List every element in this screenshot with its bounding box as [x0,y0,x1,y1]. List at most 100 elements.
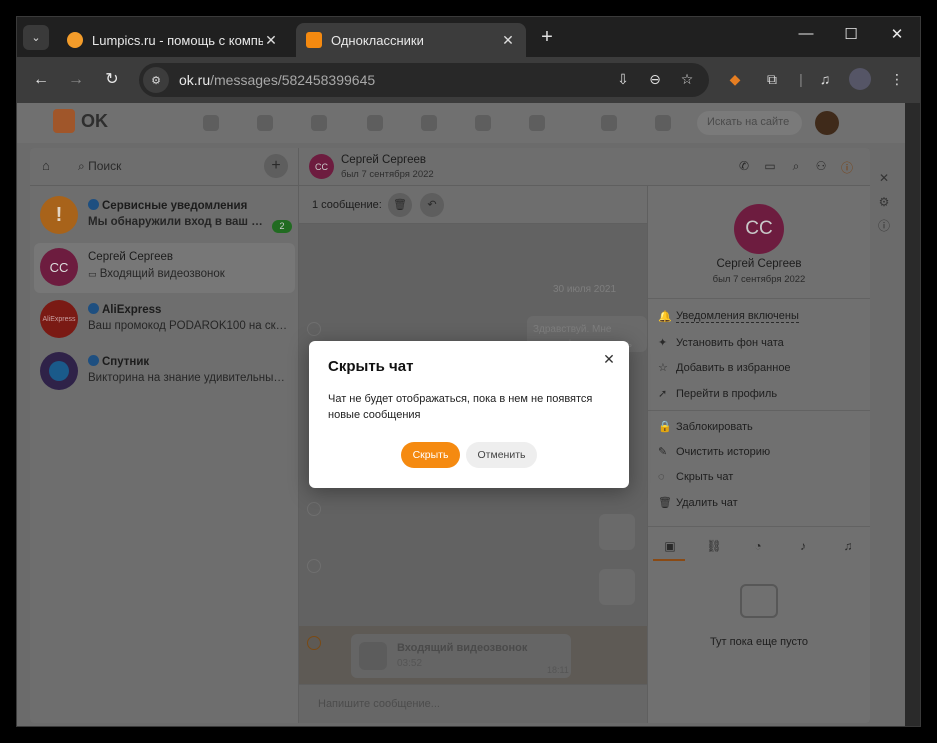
dialog-title: Скрыть чат [328,358,414,375]
minimize-button[interactable]: — [794,25,818,42]
messages-icon[interactable] [203,115,219,131]
toolbar-divider: | [799,71,803,87]
chat-name: AliExpress [88,303,161,316]
notifications-icon[interactable] [311,115,327,131]
message-select-checkbox[interactable] [307,502,321,516]
tab-close-icon[interactable]: ✕ [500,32,516,49]
tab-lumpics[interactable]: Lumpics.ru - помощь с компьютером ✕ [57,23,289,57]
selection-bar: 1 сообщение: 🗑 ↶ [299,186,647,224]
chat-name: Сергей Сергеев [88,251,173,263]
confirm-hide-button[interactable]: Скрыть [401,442,460,468]
bookmark-star-icon[interactable]: ☆ [678,71,696,88]
delete-chat-button[interactable]: 🗑 Удалить чат [658,496,738,510]
set-background-button[interactable]: ✦ Установить фон чата [658,336,784,350]
info-icon[interactable]: ⓘ [839,159,855,176]
back-button[interactable]: ← [30,69,52,91]
tab-odnoklassniki[interactable]: Одноклассники ✕ [296,23,526,57]
ok-logo-text: OK [81,111,108,131]
notifications-toggle[interactable]: 🔔 Уведомления включены [658,310,799,323]
dialog-message: Чат не будет отображаться, пока в нем не… [328,393,593,421]
sidebar-header: ⌂ ⌕ Поиск + [30,148,298,186]
chat-item-aliexpress[interactable]: AliExpress AliExpress Ваш промокод PODAR… [34,295,295,345]
music-icon[interactable] [529,115,545,131]
unread-badge: 2 [272,220,292,233]
profile-avatar[interactable] [849,68,871,90]
message-selected-checkbox[interactable] [307,636,321,650]
zoom-icon[interactable]: ⊖ [646,71,664,88]
calendar-icon[interactable] [601,115,617,131]
apps-grid-icon[interactable] [655,115,671,131]
selected-message-row[interactable]: Входящий видеозвонок 03:52 18:11 [299,626,647,684]
item-label: Добавить в избранное [676,361,791,374]
cancel-button[interactable]: Отменить [466,442,537,468]
chevron-down-icon: ⌄ [31,32,41,44]
chat-item-service[interactable]: ! Сервисные уведомления Мы обнаружили вх… [34,191,295,241]
discussions-icon[interactable] [257,115,273,131]
dialog-close-icon[interactable]: ✕ [601,351,617,367]
likes-icon[interactable] [421,115,437,131]
chat-contact-name[interactable]: Сергей Сергеев [341,154,426,166]
contact-status: был 7 сентября 2022 [712,274,806,285]
delete-selected-button[interactable]: 🗑 [388,193,412,217]
media-controls-icon[interactable]: ♫ [814,68,836,90]
item-label: Уведомления включены [676,310,799,323]
contact-avatar[interactable]: СС [734,204,784,254]
guests-icon[interactable] [367,115,383,131]
menu-kebab-icon[interactable]: ⋮ [886,68,908,90]
lumpics-favicon-icon [67,32,83,48]
video-camera-icon[interactable]: ▭ [762,159,778,173]
url-path: /messages/582458399645 [210,72,376,88]
maximize-button[interactable]: ☐ [839,25,863,43]
reload-button[interactable]: ↻ [101,69,123,91]
close-messenger-icon[interactable]: ✕ [872,171,896,185]
forward-button[interactable]: → [65,69,87,91]
clear-history-button[interactable]: ✎ Очистить историю [658,445,770,459]
site-info-icon[interactable]: ⚙ [143,67,169,93]
message-select-checkbox[interactable] [307,559,321,573]
contact-name[interactable]: Сергей Сергеев [648,258,870,270]
tab-search-button[interactable]: ⌄ [23,25,49,50]
user-avatar[interactable] [815,111,839,135]
tab-links-icon[interactable]: ⛓ [704,539,724,553]
chat-avatar[interactable]: СС [309,154,334,179]
new-chat-button[interactable]: + [264,154,288,178]
selection-count: 1 сообщение: [312,199,382,211]
settings-gear-icon[interactable]: ⚙ [872,195,896,209]
ok-logo-icon[interactable] [53,109,75,133]
ok-header: OK Искать на сайте [17,103,905,143]
video-icon[interactable] [475,115,491,131]
date-separator: 30 июля 2021 [553,284,617,295]
add-user-icon[interactable]: ⚇ [813,159,829,173]
tab-close-icon[interactable]: ✕ [263,32,279,49]
extensions-puzzle-icon[interactable]: ⧉ [761,68,783,90]
tab-music-icon[interactable]: ♫ [838,539,858,553]
chat-item-sergey[interactable]: СС Сергей Сергеев ▭ Входящий видеозвонок [34,243,295,293]
page-scrollbar[interactable] [905,103,920,726]
install-app-icon[interactable]: ⇩ [614,71,632,88]
tab-files-icon[interactable]: ◔ [748,539,768,553]
block-button[interactable]: 🔒 Заблокировать [658,420,753,434]
address-bar[interactable]: ⚙ ok.ru/messages/582458399645 ⇩ ⊖ ☆ [139,63,709,97]
hide-chat-button[interactable]: ◌ Скрыть чат [658,471,733,483]
ok-search-input[interactable]: Искать на сайте [697,111,802,135]
divider [648,298,870,299]
chat-item-sputnik[interactable]: Спутник Викторина на знание удивительных… [34,347,295,397]
message-select-checkbox[interactable] [307,322,321,336]
home-icon[interactable]: ⌂ [42,158,50,173]
chat-preview-text: Входящий видеозвонок [99,268,225,280]
add-favorite-button[interactable]: ☆ Добавить в избранное [658,361,791,375]
reply-selected-button[interactable]: ↶ [420,193,444,217]
go-to-profile-button[interactable]: ➚ Перейти в профиль [658,387,777,401]
close-window-button[interactable]: ✕ [885,25,909,43]
chat-search-input[interactable]: ⌕ Поиск [78,159,121,174]
help-icon[interactable]: ⓘ [872,217,896,234]
fox-extension-icon[interactable]: ◆ [724,68,746,90]
new-tab-button[interactable]: + [537,26,557,49]
phone-icon[interactable]: ✆ [736,159,752,173]
tab-bar: ⌄ Lumpics.ru - помощь с компьютером ✕ Од… [17,17,920,57]
message-composer[interactable]: Напишите сообщение... [299,684,647,723]
search-icon[interactable]: ⌕ [788,159,804,174]
call-title: Входящий видеозвонок [397,642,528,654]
tab-voice-icon[interactable]: ♪ [793,539,813,553]
tab-media-icon[interactable]: ▣ [660,539,680,553]
